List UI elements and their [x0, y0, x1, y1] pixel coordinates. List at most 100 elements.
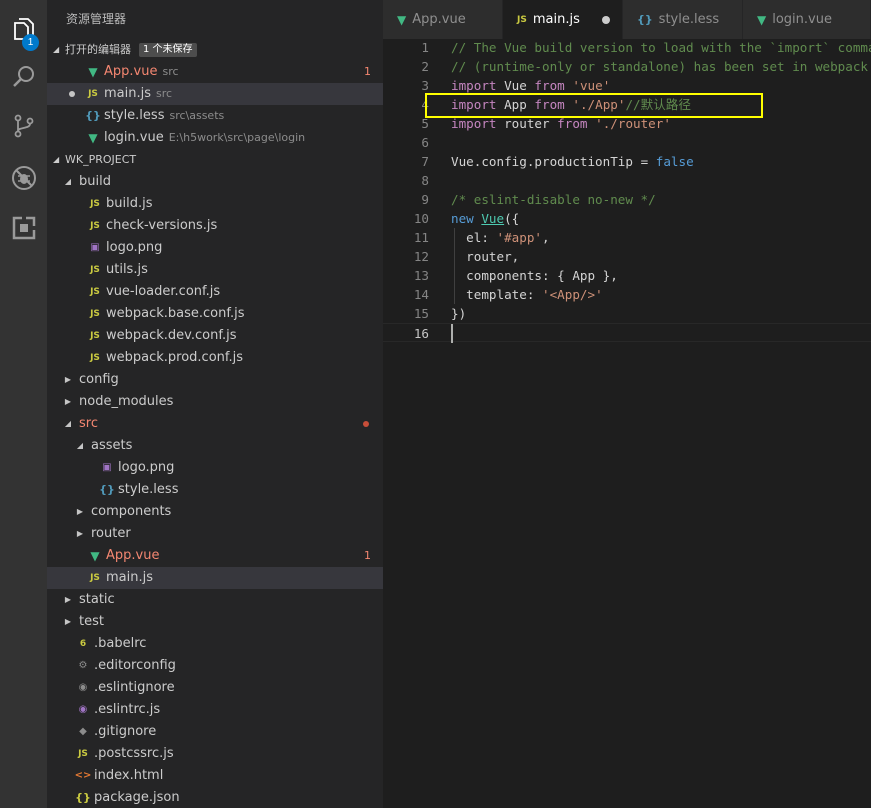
open-editors-header[interactable]: ◢ 打开的编辑器 1 个未保存 — [47, 39, 383, 61]
code-token: router, — [451, 249, 520, 264]
editor-tabs: ▼ App.vue JS main.js {} style.less ▼ login.vue — [383, 0, 871, 39]
tree-item-label: index.html — [94, 768, 164, 783]
project-header[interactable]: ◢ WK_PROJECT — [47, 149, 383, 171]
tab-label: App.vue — [412, 12, 466, 27]
tree-file[interactable]: ▣ logo.png — [47, 237, 383, 259]
tree-folder[interactable]: ▶ components — [47, 501, 383, 523]
tree-file[interactable]: JS webpack.base.conf.js — [47, 303, 383, 325]
tree-file[interactable]: ◉ .eslintignore — [47, 677, 383, 699]
line-number: 3 — [421, 78, 429, 93]
line-number: 6 — [421, 135, 429, 150]
tree-folder[interactable]: ▶ config — [47, 369, 383, 391]
tree-file[interactable]: JS .postcssrc.js — [47, 743, 383, 765]
code-token: './router' — [595, 116, 671, 131]
tree-file[interactable]: ▣ logo.png — [47, 457, 383, 479]
code-line: 8 — [383, 171, 871, 190]
modified-dot-icon[interactable] — [602, 16, 610, 24]
code-line: 15}) — [383, 304, 871, 323]
file-path: src — [156, 87, 173, 100]
search-icon[interactable] — [0, 54, 47, 100]
code-line: 12 router, — [383, 247, 871, 266]
json-file-icon: {} — [75, 791, 91, 804]
chevron-down-icon: ◢ — [64, 419, 72, 428]
tree-file[interactable]: ▼ App.vue 1 — [47, 545, 383, 567]
code-line: 2 // (runtime-only or standalone) has bee… — [383, 57, 871, 76]
tree-item-label: .gitignore — [94, 724, 157, 739]
code-editor[interactable]: 1 // The Vue build version to load with t… — [383, 38, 871, 343]
tree-folder[interactable]: ◢ assets — [47, 435, 383, 457]
vue-file-icon: ▼ — [88, 65, 98, 79]
eslint-ignore-icon: ◉ — [78, 682, 88, 693]
tree-folder[interactable]: ▶ static — [47, 589, 383, 611]
tree-item-label: logo.png — [106, 240, 163, 255]
tree-item-label: build.js — [106, 196, 153, 211]
code-token: '#app' — [496, 230, 543, 245]
tree-item-label: .eslintrc.js — [94, 702, 161, 717]
tree-file[interactable]: 6 .babelrc — [47, 633, 383, 655]
tree-file[interactable]: JS check-versions.js — [47, 215, 383, 237]
tree-file[interactable]: <> index.html — [47, 765, 383, 787]
tab-App-vue[interactable]: ▼ App.vue — [383, 0, 503, 39]
js-file-icon: JS — [90, 265, 100, 275]
extensions-icon[interactable] — [0, 205, 47, 251]
tree-folder[interactable]: ▶ test — [47, 611, 383, 633]
debug-icon[interactable] — [0, 155, 47, 201]
tree-file[interactable]: ◉ .eslintrc.js — [47, 699, 383, 721]
tree-file[interactable]: JS build.js — [47, 193, 383, 215]
file-path: src\assets — [169, 109, 225, 122]
tree-folder[interactable]: ◢ build — [47, 171, 383, 193]
tree-item-label: webpack.prod.conf.js — [106, 350, 244, 365]
line-content: import router from './router' — [451, 114, 671, 133]
tree-folder[interactable]: ▶ router — [47, 523, 383, 545]
modified-dot-icon — [69, 91, 75, 97]
tree-file[interactable]: ◆ .gitignore — [47, 721, 383, 743]
tree-folder[interactable]: ▶ node_modules — [47, 391, 383, 413]
line-content: el: '#app', — [451, 228, 549, 247]
tab-label: main.js — [532, 12, 580, 27]
source-control-icon[interactable] — [0, 103, 47, 149]
tree-file[interactable]: JS utils.js — [47, 259, 383, 281]
line-content — [451, 171, 459, 190]
code-token: '<App/>' — [542, 287, 603, 302]
open-editor-item[interactable]: JS main.js src — [47, 83, 383, 105]
open-editor-item[interactable]: {} style.less src\assets — [47, 105, 383, 127]
line-content: router, — [451, 247, 519, 266]
tab-login-vue[interactable]: ▼ login.vue — [743, 0, 871, 39]
tree-file[interactable]: JS vue-loader.conf.js — [47, 281, 383, 303]
tree-file[interactable]: JS main.js — [47, 567, 383, 589]
tree-folder[interactable]: ◢ src — [47, 413, 383, 435]
line-content: template: '<App/>' — [451, 285, 603, 304]
explorer-badge: 1 — [22, 34, 39, 51]
tab-style-less[interactable]: {} style.less — [623, 0, 743, 39]
code-token: template: — [451, 287, 542, 302]
code-line: 6 — [383, 133, 871, 152]
open-editor-item[interactable]: ▼ login.vue E:\h5work\src\page\login — [47, 127, 383, 149]
chevron-right-icon: ▶ — [64, 375, 72, 384]
tree-file[interactable]: JS webpack.prod.conf.js — [47, 347, 383, 369]
tree-item-label: package.json — [94, 790, 180, 805]
tree-file[interactable]: ⚙ .editorconfig — [47, 655, 383, 677]
js-file-icon: JS — [90, 199, 100, 209]
tab-main-js[interactable]: JS main.js — [503, 0, 623, 39]
chevron-right-icon: ▶ — [76, 529, 84, 538]
vue-file-icon: ▼ — [757, 12, 767, 27]
explorer-icon[interactable]: 1 — [0, 6, 47, 52]
line-content: new Vue({ — [451, 209, 519, 228]
line-number: 13 — [413, 268, 429, 283]
line-number: 9 — [421, 192, 429, 207]
js-file-icon: JS — [90, 331, 100, 341]
code-line: 5 import router from './router' — [383, 114, 871, 133]
line-content: import App from './App'//默认路径 — [451, 95, 691, 114]
open-editor-item[interactable]: ▼ App.vue src 1 — [47, 61, 383, 83]
code-token: // The Vue build version to load with th… — [451, 40, 871, 55]
tree-file[interactable]: JS webpack.dev.conf.js — [47, 325, 383, 347]
eslint-file-icon: ◉ — [78, 704, 88, 715]
code-token: from — [534, 78, 565, 93]
tree-file[interactable]: {} package.json — [47, 787, 383, 808]
tree-file[interactable]: {} style.less — [47, 479, 383, 501]
html-file-icon: <> — [74, 770, 92, 781]
chevron-right-icon: ▶ — [64, 617, 72, 626]
tree-item-label: App.vue — [106, 548, 160, 563]
